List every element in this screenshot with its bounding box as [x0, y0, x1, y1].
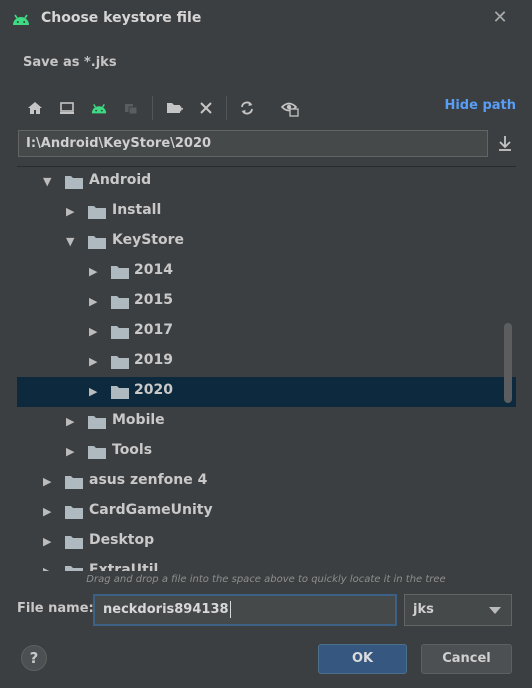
collapsed-arrow-icon[interactable]: ▶	[89, 296, 99, 307]
tree-row[interactable]: ▶ 2019	[17, 347, 516, 377]
tree-scrollbar[interactable]	[504, 323, 512, 403]
folder-icon	[111, 295, 129, 309]
collapsed-arrow-icon[interactable]: ▶	[89, 326, 99, 337]
delete-icon[interactable]	[195, 97, 217, 119]
tree-row[interactable]: ▶ Mobile	[17, 407, 516, 437]
tree-row-selected[interactable]: ▶ 2020	[17, 377, 516, 407]
folder-icon	[88, 235, 106, 249]
folder-icon	[65, 475, 83, 489]
tree-item-label: asus zenfone 4	[89, 472, 208, 488]
drag-drop-hint: Drag and drop a file into the space abov…	[86, 574, 446, 585]
extension-value: jks	[413, 602, 434, 617]
expanded-arrow-icon[interactable]: ▼	[66, 236, 76, 247]
android-icon	[11, 10, 31, 28]
tree-item-label: CardGameUnity	[89, 502, 213, 518]
tree-item-label: 2014	[134, 262, 173, 278]
collapsed-arrow-icon[interactable]: ▶	[89, 266, 99, 277]
text-caret	[229, 601, 231, 618]
folder-icon	[65, 535, 83, 549]
collapsed-arrow-icon[interactable]: ▶	[66, 416, 76, 427]
tree-row[interactable]: ▶ Tools	[17, 437, 516, 467]
extension-select[interactable]: jks	[404, 594, 512, 626]
folder-icon	[88, 415, 106, 429]
collapsed-arrow-icon[interactable]: ▶	[43, 566, 53, 571]
tree-item-label: Install	[112, 202, 162, 218]
tree-row[interactable]: ▶ Desktop	[17, 527, 516, 557]
tree-row[interactable]: ▶ ExtraUtil	[17, 557, 516, 571]
tree-item-label: 2020	[134, 382, 173, 398]
folder-icon	[65, 565, 83, 571]
tree-row[interactable]: ▼ KeyStore	[17, 227, 516, 257]
collapsed-arrow-icon[interactable]: ▶	[89, 356, 99, 367]
folder-icon	[88, 445, 106, 459]
tree-item-label: Tools	[112, 442, 153, 458]
tree-item-label: KeyStore	[112, 232, 185, 248]
collapsed-arrow-icon[interactable]: ▶	[89, 386, 99, 397]
collapsed-arrow-icon[interactable]: ▶	[43, 476, 53, 487]
collapsed-arrow-icon[interactable]: ▶	[43, 536, 53, 547]
tree-row[interactable]: ▶ Install	[17, 197, 516, 227]
file-name-value: neckdoris894138	[103, 602, 229, 617]
cancel-button[interactable]: Cancel	[421, 644, 512, 674]
tree-row[interactable]: ▶ 2015	[17, 287, 516, 317]
folder-icon	[111, 265, 129, 279]
module-icon	[120, 97, 142, 119]
tree-row[interactable]: ▶ asus zenfone 4	[17, 467, 516, 497]
tree-row[interactable]: ▶ CardGameUnity	[17, 497, 516, 527]
help-button[interactable]: ?	[21, 645, 47, 671]
tree-item-label: Desktop	[89, 532, 155, 548]
tree-row[interactable]: ▼ Android	[17, 167, 516, 197]
new-folder-icon[interactable]	[164, 97, 186, 119]
desktop-icon[interactable]	[56, 97, 78, 119]
folder-icon	[88, 205, 106, 219]
hide-path-link[interactable]: Hide path	[444, 98, 516, 113]
collapsed-arrow-icon[interactable]: ▶	[66, 206, 76, 217]
close-icon[interactable]: ✕	[490, 8, 510, 28]
refresh-icon[interactable]	[236, 97, 258, 119]
ok-button[interactable]: OK	[318, 644, 407, 674]
tree-row[interactable]: ▶ 2014	[17, 257, 516, 287]
toolbar-separator	[226, 96, 227, 120]
android-icon[interactable]	[88, 97, 110, 119]
tree-item-label: Android	[89, 172, 152, 188]
tree-item-label: 2015	[134, 292, 173, 308]
download-icon[interactable]	[494, 132, 516, 154]
folder-icon	[111, 355, 129, 369]
tree-item-label: 2017	[134, 322, 173, 338]
folder-icon	[111, 325, 129, 339]
file-tree[interactable]: ▼ Android ▶ Install ▼ KeyStore ▶ 2014 ▶ …	[17, 166, 516, 571]
folder-icon	[65, 505, 83, 519]
collapsed-arrow-icon[interactable]: ▶	[43, 506, 53, 517]
file-name-label: File name:	[17, 601, 94, 616]
toolbar-separator	[152, 96, 153, 120]
tree-item-label: 2019	[134, 352, 173, 368]
tree-item-label: ExtraUtil	[89, 562, 159, 571]
title-bar: Choose keystore file ✕	[0, 0, 532, 38]
folder-icon	[111, 385, 129, 399]
tree-item-label: Mobile	[112, 412, 165, 428]
tree-row[interactable]: ▶ 2017	[17, 317, 516, 347]
home-icon[interactable]	[24, 97, 46, 119]
window-title: Choose keystore file	[41, 10, 202, 26]
path-field[interactable]: I:\Android\KeyStore\2020	[18, 130, 488, 157]
chevron-down-icon	[489, 607, 501, 614]
file-name-input[interactable]: neckdoris894138	[93, 594, 397, 626]
show-hidden-icon[interactable]	[279, 97, 301, 119]
collapsed-arrow-icon[interactable]: ▶	[66, 446, 76, 457]
expanded-arrow-icon[interactable]: ▼	[43, 176, 53, 187]
toolbar: Hide path	[18, 94, 518, 122]
dialog-subtitle: Save as *.jks	[23, 55, 117, 70]
folder-icon	[65, 175, 83, 189]
